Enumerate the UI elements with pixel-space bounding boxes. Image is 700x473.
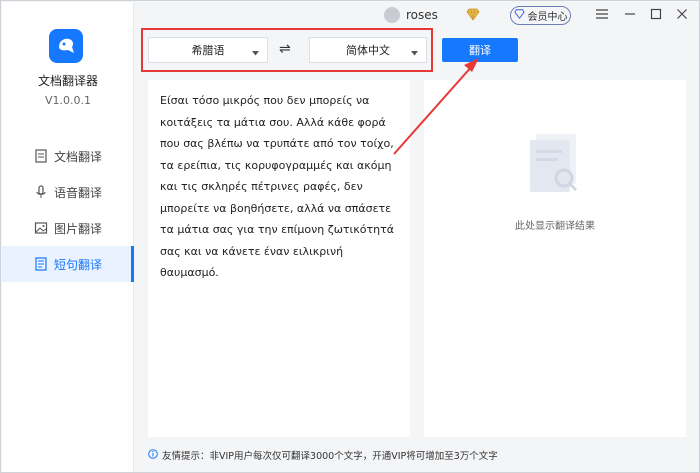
sidebar-nav: 文档翻译 语音翻译 图片翻译 短句翻译 [2, 138, 134, 282]
target-language-value: 简体中文 [346, 44, 390, 57]
sidebar-item-label: 语音翻译 [54, 185, 103, 200]
info-icon [148, 448, 158, 462]
sidebar-item-label: 文档翻译 [54, 149, 103, 164]
tip-text: 友情提示：非VIP用户每次仅可翻译3000个文字，开通VIP将可增加至3万个文字 [162, 451, 498, 462]
sidebar-item-label: 图片翻译 [54, 221, 103, 236]
user-name[interactable]: roses [406, 8, 438, 22]
empty-result-text: 此处显示翻译结果 [515, 221, 595, 232]
diamond-icon[interactable] [466, 8, 480, 24]
target-language-select[interactable]: 简体中文 [309, 37, 427, 63]
microphone-icon [34, 185, 48, 199]
menu-icon[interactable] [595, 7, 609, 21]
app-version: V1.0.0.1 [44, 94, 91, 107]
text-icon [34, 257, 48, 271]
vip-diamond-icon [513, 9, 525, 22]
source-language-select[interactable]: 希腊语 [148, 37, 268, 63]
close-icon[interactable] [675, 7, 689, 21]
translate-button[interactable]: 翻译 [442, 38, 518, 62]
app-name: 文档翻译器 [37, 74, 98, 88]
document-icon [34, 149, 48, 163]
sidebar: 文档翻译器 V1.0.0.1 文档翻译 语音翻译 图片翻译 短句翻译 [2, 2, 134, 472]
sidebar-item-sentence-translate[interactable]: 短句翻译 [2, 246, 134, 282]
sidebar-item-label: 短句翻译 [54, 257, 103, 272]
sidebar-item-image-translate[interactable]: 图片翻译 [2, 210, 134, 246]
sidebar-item-document-translate[interactable]: 文档翻译 [2, 138, 134, 174]
chevron-down-icon [411, 46, 418, 59]
app-window: 文档翻译器 V1.0.0.1 文档翻译 语音翻译 图片翻译 短句翻译 roses… [0, 0, 700, 473]
source-text[interactable]: Είσαι τόσο μικρός που δεν μπορείς να κοι… [160, 90, 404, 284]
maximize-icon[interactable] [649, 7, 663, 21]
swap-languages-icon[interactable]: ⇌ [279, 41, 291, 57]
empty-result-icon [522, 130, 588, 205]
avatar[interactable] [384, 7, 400, 23]
vip-center-button[interactable]: 会员中心 [510, 6, 571, 25]
app-logo-icon [49, 29, 83, 63]
result-panel: 此处显示翻译结果 [424, 80, 686, 437]
sidebar-item-voice-translate[interactable]: 语音翻译 [2, 174, 134, 210]
tip-bar: 友情提示：非VIP用户每次仅可翻译3000个文字，开通VIP将可增加至3万个文字 [148, 448, 498, 462]
chevron-down-icon [252, 46, 259, 59]
source-language-value: 希腊语 [191, 44, 225, 57]
minimize-icon[interactable] [623, 7, 637, 21]
vip-center-label: 会员中心 [527, 12, 568, 23]
image-icon [34, 221, 48, 235]
source-text-area[interactable]: Είσαι τόσο μικρός που δεν μπορείς να κοι… [148, 80, 410, 437]
